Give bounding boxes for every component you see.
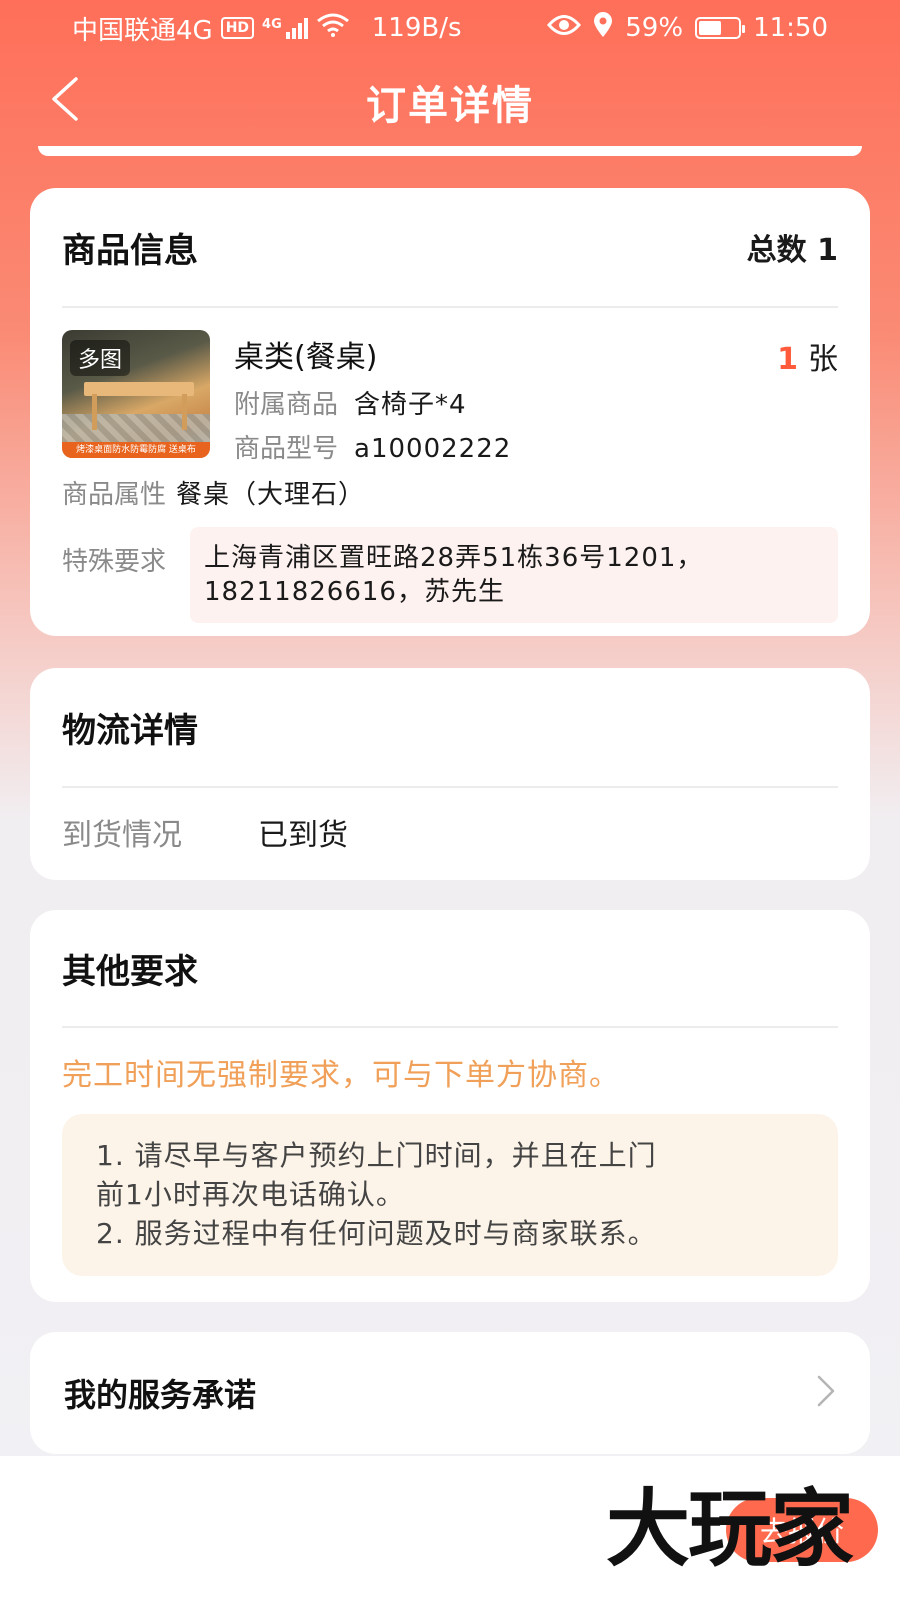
chevron-left-icon [50,77,80,125]
thumbnail-rug [62,414,210,444]
service-commitment-row[interactable]: 我的服务承诺 [30,1332,870,1454]
thumbnail-banner: 烤漆桌面防水防霉防腐 送桌布 [62,442,210,458]
other-requirements-header: 其他要求 [62,910,838,1028]
model-label: 商品型号 [234,434,339,464]
other-requirements-title: 其他要求 [62,951,198,992]
special-request-line: 上海青浦区置旺路28弄51栋36号1201， [204,543,704,573]
special-request-box: 上海青浦区置旺路28弄51栋36号1201， 18211826616，苏先生 [190,527,838,623]
model-row: 商品型号 a10002222 [234,428,511,465]
carrier-text: 中国联通4G [72,15,213,46]
product-quantity: 1张 [777,334,838,378]
special-request-row: 特殊要求 上海青浦区置旺路28弄51栋36号1201， 18211826616，… [62,527,838,623]
quantity-number: 1 [777,342,798,377]
attribute-value: 餐桌（大理石） [176,480,366,510]
arrival-status: 已到货 [258,818,348,853]
product-name: 桌类(餐桌) [234,340,378,375]
hd-icon: HD [220,17,255,39]
arrival-label: 到货情况 [62,818,182,853]
logistics-title: 物流详情 [62,710,198,751]
tip-line: 2. 服务过程中有任何问题及时与商家联系。 [96,1217,657,1250]
product-info-card: 商品信息 总数 1 多图 烤漆桌面防水防霉防腐 送桌布 桌类(餐桌) 1张 附属… [30,188,870,636]
model-value: a10002222 [354,434,512,464]
other-requirements-card: 其他要求 完工时间无强制要求，可与下单方协商。 1. 请尽早与客户预约上门时间，… [30,910,870,1302]
battery-icon [695,17,746,39]
accessory-value: 含椅子*4 [354,390,467,420]
multi-image-badge: 多图 [70,340,131,376]
status-bar: 中国联通4G HD 4G 119B/s 59% 11:50 [0,0,900,56]
product-info-header: 商品信息 总数 1 [62,188,838,308]
watermark-logo: 大玩家 [606,1479,854,1578]
arrival-row: 到货情况 已到货 [62,788,838,876]
thumbnail-leg [182,394,187,430]
product-item: 多图 烤漆桌面防水防霉防腐 送桌布 桌类(餐桌) 1张 附属商品 含椅子*4 商品… [62,330,838,464]
page-title: 订单详情 [366,83,534,129]
battery-percent: 59% [625,13,684,43]
special-request-label: 特殊要求 [62,547,167,577]
wifi-icon [316,13,350,44]
accessory-label: 附属商品 [234,390,339,420]
attribute-row: 商品属性 餐桌（大理石） [62,474,838,511]
quantity-unit: 张 [808,342,838,377]
back-button[interactable] [40,76,90,126]
total-count: 总数 1 [746,233,838,268]
thumbnail-leg [92,394,97,430]
header-divider [38,146,862,156]
tip-line: 1. 请尽早与客户预约上门时间，并且在上门 [96,1139,657,1172]
signal-icon: 4G [262,17,308,39]
net-type-text: 4G [262,17,282,32]
logistics-header: 物流详情 [62,668,838,788]
product-thumbnail[interactable]: 多图 烤漆桌面防水防霉防腐 送桌布 [62,330,210,458]
network-speed: 119B/s [371,13,462,43]
clock: 11:50 [753,13,828,43]
special-request-line: 18211826616，苏先生 [204,577,505,607]
location-icon [593,11,613,45]
logistics-card: 物流详情 到货情况 已到货 [30,668,870,880]
tips-box: 1. 请尽早与客户预约上门时间，并且在上门 前1小时再次电话确认。 2. 服务过… [62,1114,838,1276]
tip-line: 前1小时再次电话确认。 [96,1178,405,1211]
nav-bar: 订单详情 [0,60,900,144]
chevron-right-icon [816,1374,836,1412]
accessory-row: 附属商品 含椅子*4 [234,384,467,421]
battery-fill [699,21,722,35]
service-commitment-title: 我的服务承诺 [64,1376,257,1414]
thumbnail-table [84,382,194,396]
attribute-label: 商品属性 [62,480,167,510]
product-info-title: 商品信息 [62,230,198,271]
eye-icon [547,13,582,43]
completion-notice: 完工时间无强制要求，可与下单方协商。 [62,1058,620,1093]
